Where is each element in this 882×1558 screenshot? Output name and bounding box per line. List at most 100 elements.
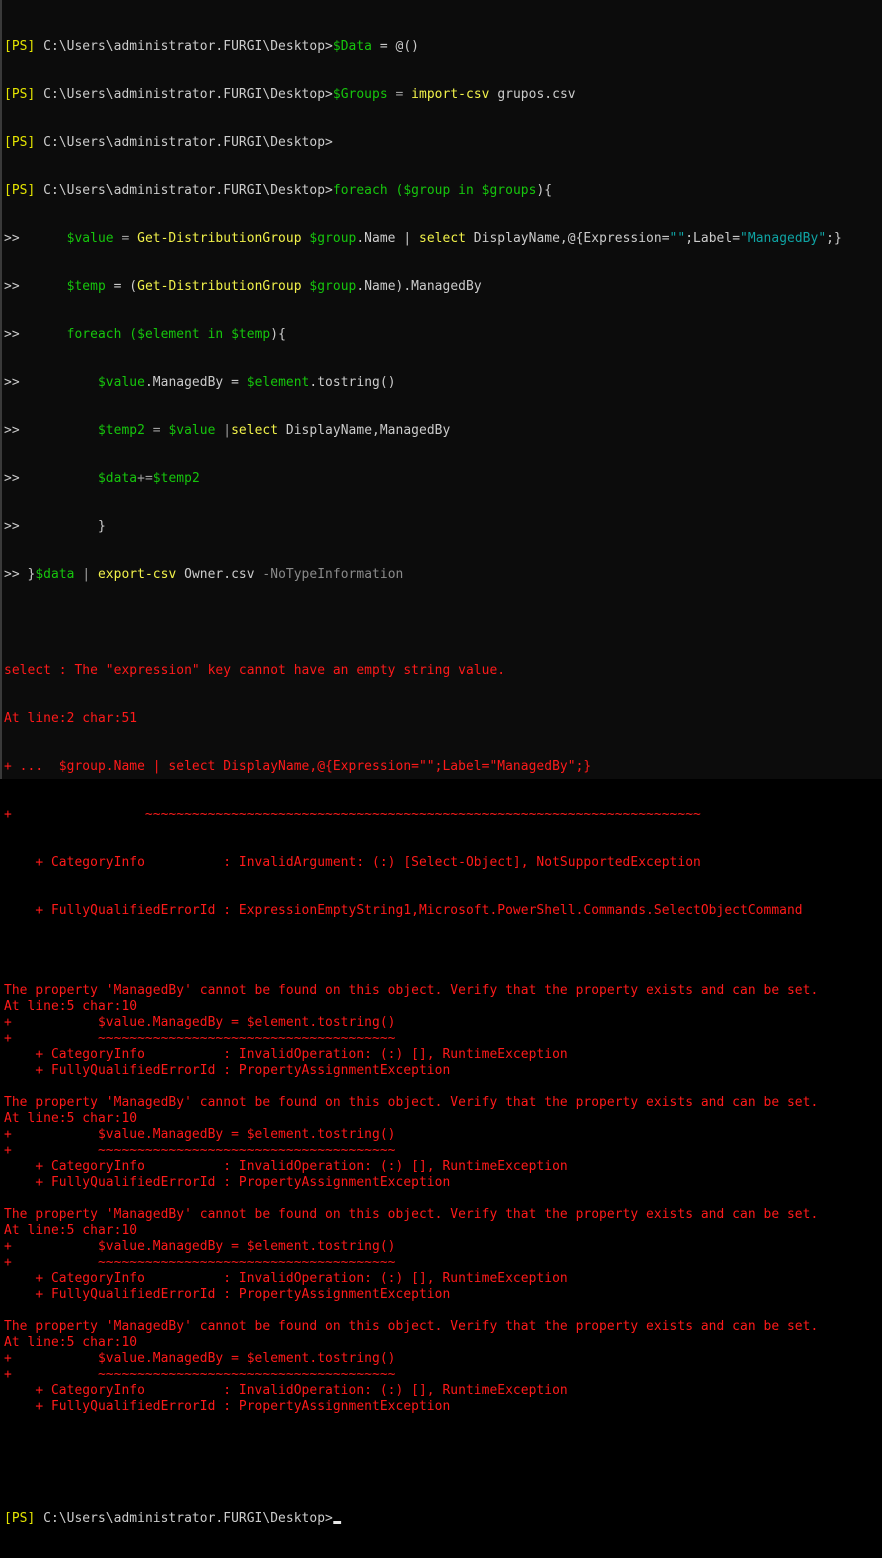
continuation-line: >> $data+=$temp2 (4, 471, 842, 487)
prompt-path: C:\Users\administrator.FURGI\Desktop> (35, 135, 333, 150)
error-line: + ... $group.Name | select DisplayName,@… (4, 759, 592, 774)
error-line: + $value.ManagedBy = $element.tostring() (4, 1239, 396, 1254)
continuation-line: >> $temp = (Get-DistributionGroup $group… (4, 279, 842, 295)
repeated-errors: The property 'ManagedBy' cannot be found… (4, 983, 842, 1415)
prompt-path: C:\Users\administrator.FURGI\Desktop> (35, 39, 333, 54)
operator: | (215, 423, 232, 438)
keyword: in (199, 327, 232, 342)
prompt-path: C:\Users\administrator.FURGI\Desktop> (35, 183, 333, 198)
prompt-line-2: [PS] C:\Users\administrator.FURGI\Deskto… (4, 87, 842, 103)
cmdlet: select (231, 423, 279, 438)
current-prompt-line[interactable]: [PS] C:\Users\administrator.FURGI\Deskto… (4, 1511, 842, 1527)
error-line: + ~~~~~~~~~~~~~~~~~~~~~~~~~~~~~~~~~~~~~~ (4, 1143, 396, 1158)
code-text: ;Label= (685, 231, 741, 246)
console-output: [PS] C:\Users\administrator.FURGI\Deskto… (4, 7, 842, 1558)
keyword: in (450, 183, 482, 198)
cmdlet: export-csv (97, 567, 177, 582)
code-text: ){ (270, 327, 286, 342)
continuation-marker: >> (4, 279, 20, 294)
error-line: The property 'ManagedBy' cannot be found… (4, 1207, 819, 1222)
prompt-path: C:\Users\administrator.FURGI\Desktop> (35, 1511, 333, 1526)
variable: $value (97, 375, 145, 390)
continuation-marker: >> (4, 519, 20, 534)
prompt-line-3: [PS] C:\Users\administrator.FURGI\Deskto… (4, 135, 842, 151)
variable: $value (168, 423, 216, 438)
variable: $temp2 (152, 471, 200, 486)
prompt-tag: [PS] (4, 1511, 36, 1526)
string: "" (669, 231, 686, 246)
continuation-marker: >> (4, 567, 20, 582)
variable: $temp (66, 279, 106, 294)
error-line: + CategoryInfo : InvalidOperation: (:) [… (4, 1383, 568, 1398)
error-line: At line:5 char:10 (4, 1111, 138, 1126)
error-line: + ~~~~~~~~~~~~~~~~~~~~~~~~~~~~~~~~~~~~~~… (4, 807, 701, 822)
continuation-line: >> } (4, 519, 842, 535)
code-text: ){ (536, 183, 553, 198)
error-line: At line:5 char:10 (4, 999, 138, 1014)
error-line: The property 'ManagedBy' cannot be found… (4, 1319, 819, 1334)
code-text: } (97, 519, 106, 534)
continuation-marker: >> (4, 471, 20, 486)
variable: $temp2 (97, 423, 145, 438)
error-line: + CategoryInfo : InvalidArgument: (:) [S… (4, 855, 701, 870)
error-output: select : The "expression" key cannot hav… (4, 631, 842, 951)
variable: $data (35, 567, 75, 582)
operator: = (113, 231, 138, 246)
operator: += (137, 471, 153, 486)
prompt-tag: [PS] (4, 183, 36, 198)
variable: $element (137, 327, 200, 342)
code-text: .Name).ManagedBy (356, 279, 482, 294)
operator: = (144, 423, 169, 438)
variable: $group (403, 183, 451, 198)
prompt-tag: [PS] (4, 87, 36, 102)
continuation-marker: >> (4, 423, 20, 438)
error-line: + ~~~~~~~~~~~~~~~~~~~~~~~~~~~~~~~~~~~~~~ (4, 1031, 396, 1046)
prompt-tag: [PS] (4, 39, 36, 54)
variable: $groups (481, 183, 537, 198)
operator: = (387, 87, 412, 102)
code-text: DisplayName,@{Expression= (465, 231, 670, 246)
variable: $Groups (332, 87, 388, 102)
error-line: At line:5 char:10 (4, 1223, 138, 1238)
error-line: + FullyQualifiedErrorId : PropertyAssign… (4, 1399, 451, 1414)
code-text: DisplayName,ManagedBy (278, 423, 451, 438)
cmdlet: import-csv (411, 87, 490, 102)
prompt-path: C:\Users\administrator.FURGI\Desktop> (35, 87, 333, 102)
prompt-line-1: [PS] C:\Users\administrator.FURGI\Deskto… (4, 39, 842, 55)
error-line: + CategoryInfo : InvalidOperation: (:) [… (4, 1271, 568, 1286)
error-line: + CategoryInfo : InvalidOperation: (:) [… (4, 1047, 568, 1062)
error-line: At line:2 char:51 (4, 711, 138, 726)
variable: $group (309, 231, 357, 246)
continuation-marker: >> (4, 375, 20, 390)
argument: Owner.csv (176, 567, 263, 582)
string: "ManagedBy" (740, 231, 827, 246)
continuation-line: >> $temp2 = $value |select DisplayName,M… (4, 423, 842, 439)
operator: = ( (105, 279, 138, 294)
code-text: = @() (372, 39, 419, 54)
operator: | (74, 567, 98, 582)
powershell-console[interactable]: [PS] C:\Users\administrator.FURGI\Deskto… (0, 0, 882, 1526)
keyword: foreach ( (332, 183, 404, 198)
variable: $element (246, 375, 310, 390)
error-line: The property 'ManagedBy' cannot be found… (4, 983, 819, 998)
text-cursor (332, 1521, 341, 1524)
argument: grupos.csv (489, 87, 576, 102)
error-line: + $value.ManagedBy = $element.tostring() (4, 1015, 396, 1030)
continuation-marker: >> (4, 327, 20, 342)
code-text: .ManagedBy = (144, 375, 247, 390)
variable: $data (97, 471, 138, 486)
code-text: } (19, 567, 36, 582)
error-line: + $value.ManagedBy = $element.tostring() (4, 1351, 396, 1366)
error-line: + ~~~~~~~~~~~~~~~~~~~~~~~~~~~~~~~~~~~~~~ (4, 1255, 396, 1270)
